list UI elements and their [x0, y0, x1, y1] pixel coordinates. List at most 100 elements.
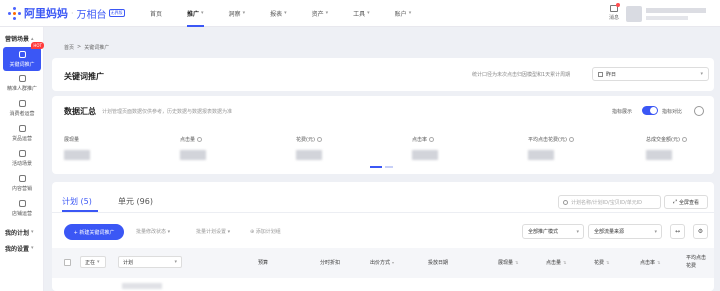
nav-report[interactable]: 报表 ▾ — [270, 0, 287, 27]
sidebar-section-title[interactable]: 营销场景 ▴ — [0, 27, 43, 44]
column-label: 正在 — [85, 259, 96, 266]
summary-desc: 计划管理页面数据仅供参考，历史数据与数据报表数据为准 — [102, 109, 233, 115]
column-ctr[interactable]: 点击率 ⇅ — [640, 259, 660, 266]
table-header: 正在 ▾ 计划 ▾ 预算 分时折扣 出价方式 ▾ 投放日期 展现量 ⇅ 点击量 ⇅ 花费 ⇅… — [52, 248, 714, 278]
metric-label: 点击率 — [412, 137, 428, 143]
nav-tools[interactable]: 工具 ▾ — [353, 0, 370, 27]
search-placeholder: 计划名称/计划ID/宝贝ID/单元ID — [571, 199, 643, 206]
gear-icon[interactable] — [694, 106, 704, 116]
store-icon — [18, 200, 26, 207]
sidebar-item-audience[interactable]: 精准人群推广 — [0, 71, 44, 96]
nav-account[interactable]: 账户 ▾ — [395, 0, 412, 27]
blurred-metric-value — [412, 150, 438, 160]
user-account-menu[interactable] — [626, 6, 712, 22]
metric-ctr[interactable]: 点击率 — [412, 136, 512, 160]
metric-toggle[interactable] — [642, 106, 658, 115]
nav-insight[interactable]: 洞察 ▾ — [229, 0, 246, 27]
sidebar-item-consumer[interactable]: 消费者运营 — [0, 96, 44, 121]
metric-impressions[interactable]: 展现量 — [64, 136, 164, 160]
tab-plans[interactable]: 计划 (5) — [62, 196, 92, 207]
sidebar-group-my-plans[interactable]: 我的计划 ▾ — [0, 221, 43, 237]
message-button[interactable]: 消息 — [609, 3, 620, 21]
table-settings-button[interactable]: ⚙ — [693, 224, 708, 239]
nav-promotion[interactable]: 推广 ▾ — [187, 0, 204, 27]
column-width-button[interactable]: ↔ — [670, 224, 685, 239]
column-label: 点击率 — [640, 260, 656, 266]
column-label: 出价方式 — [370, 260, 391, 266]
brand-logo[interactable]: 阿里妈妈 · 万相台 无界版 — [8, 5, 128, 21]
product-badge: 无界版 — [108, 9, 125, 17]
column-bid-method[interactable]: 出价方式 ▾ — [370, 259, 394, 266]
tab-units[interactable]: 单元 (96) — [118, 196, 153, 207]
help-icon — [429, 137, 435, 142]
blurred-row-content — [122, 283, 162, 289]
traffic-source-select[interactable]: 全部流量来源 ▾ — [588, 224, 662, 239]
sidebar-item-label: 消费者运营 — [9, 111, 35, 117]
promo-mode-select[interactable]: 全部推广模式 ▾ — [522, 224, 584, 239]
pager-dot[interactable] — [370, 166, 382, 168]
column-label: 平均点击花费 — [686, 255, 707, 269]
chevron-down-icon: ▾ — [367, 10, 370, 16]
column-budget[interactable]: 预算 — [258, 259, 268, 266]
sidebar-item-activity[interactable]: 活动场景 — [0, 146, 44, 171]
metric-clicks[interactable]: 点击量 — [180, 136, 280, 160]
summary-pager[interactable] — [370, 166, 396, 168]
sort-icon: ⇅ — [657, 260, 661, 265]
new-plan-button[interactable]: + 新建关键词推广 — [64, 224, 124, 240]
calendar-icon — [598, 71, 603, 77]
product-name: 万相台 — [76, 9, 107, 21]
column-cost[interactable]: 花费 ⇅ — [594, 259, 609, 266]
sidebar-item-keyword-promotion[interactable]: HOT 关键词推广 — [3, 42, 44, 71]
stat-note: 统计口径为未次点击归因模型和1天累计周期 — [472, 72, 571, 78]
nav-assets[interactable]: 资产 ▾ — [312, 0, 329, 27]
plan-filter[interactable]: 计划 ▾ — [118, 256, 182, 268]
column-date[interactable]: 投放日期 — [428, 259, 448, 266]
column-time-discount[interactable]: 分时折扣 — [320, 259, 340, 266]
add-plan-group-button[interactable]: ⊕ 添加计划组 — [250, 228, 281, 235]
date-select[interactable]: 昨日 ▾ — [592, 67, 709, 81]
column-avg-cost[interactable]: 平均点击花费 — [686, 254, 710, 270]
sidebar-item-label: 店铺运营 — [11, 211, 32, 217]
sidebar-item-label: 货品运营 — [11, 136, 32, 142]
sidebar-group-label: 我的设置 — [5, 245, 30, 253]
select-value: 全部推广模式 — [528, 229, 559, 235]
batch-settings-button[interactable]: 批量计划设置 ▾ — [196, 228, 230, 235]
avatar — [626, 6, 642, 22]
notification-dot — [616, 3, 620, 7]
batch-status-button[interactable]: 批量修改状态 ▾ — [136, 228, 170, 235]
fullscreen-button[interactable]: ⤢ 全屏查看 — [664, 195, 708, 209]
column-impressions[interactable]: 展现量 ⇅ — [498, 259, 518, 266]
status-filter[interactable]: 正在 ▾ — [80, 256, 106, 268]
chevron-down-icon: ▾ — [31, 229, 34, 235]
message-icon — [610, 3, 620, 12]
metric-cost[interactable]: 花费(元) — [296, 136, 396, 160]
column-label: 投放日期 — [428, 260, 449, 266]
sidebar-group-my-settings[interactable]: 我的设置 ▾ — [0, 237, 43, 253]
tool-label: 批量修改状态 — [136, 229, 167, 235]
nav-label: 工具 — [353, 10, 366, 18]
tool-label: 添加计划组 — [255, 229, 281, 235]
search-input[interactable]: 计划名称/计划ID/宝贝ID/单元ID — [558, 195, 661, 209]
help-icon — [681, 137, 687, 142]
sidebar-item-store[interactable]: 店铺运营 — [0, 196, 44, 221]
fullscreen-label: 全屏查看 — [679, 199, 700, 206]
blurred-metric-value — [646, 150, 672, 160]
metric-avg-cost[interactable]: 平均点击花费(元) — [528, 136, 628, 160]
blurred-account-name — [646, 8, 706, 13]
compare-label[interactable]: 指标对比 — [662, 108, 682, 115]
select-all-checkbox[interactable] — [64, 259, 71, 266]
metric-label: 平均点击花费(元) — [528, 137, 567, 143]
nav-home[interactable]: 首页 — [150, 0, 162, 27]
nav-label: 洞察 — [228, 10, 241, 18]
breadcrumb-home[interactable]: 首页 — [64, 44, 74, 51]
column-clicks[interactable]: 点击量 ⇅ — [546, 259, 566, 266]
metric-gmv[interactable]: 总成交金额(元) — [646, 136, 720, 160]
sidebar-item-goods[interactable]: 货品运营 — [0, 121, 44, 146]
metric-label: 总成交金额(元) — [646, 137, 680, 143]
sidebar-item-content[interactable]: 内容营销 — [0, 171, 44, 196]
blurred-metric-value — [180, 150, 206, 160]
column-label: 花费 — [594, 260, 605, 266]
pager-dot[interactable] — [385, 166, 393, 168]
nav-label: 资产 — [311, 10, 324, 18]
keyword-icon — [18, 50, 26, 58]
